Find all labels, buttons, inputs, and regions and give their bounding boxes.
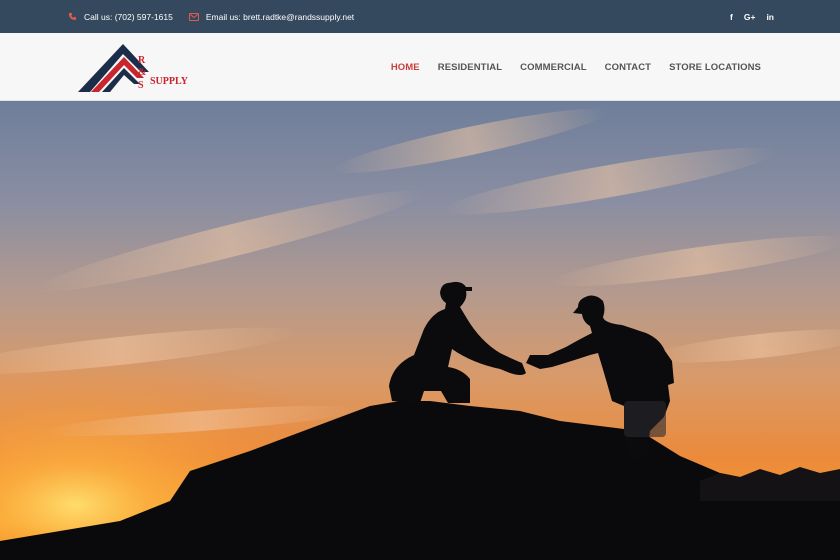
envelope-icon [188,12,199,21]
google-plus-icon[interactable]: G+ [744,12,756,22]
nav-item-store-locations[interactable]: STORE LOCATIONS [669,62,761,73]
facebook-icon[interactable]: f [730,12,733,22]
nav-item-commercial[interactable]: COMMERCIAL [520,62,586,73]
nav-item-residential[interactable]: RESIDENTIAL [438,62,502,73]
phone-contact[interactable]: Call us: (702) 597-1615 [68,12,173,22]
phone-icon [68,12,77,21]
hero-banner [0,101,840,560]
phone-label: Call us: (702) 597-1615 [84,11,173,22]
email-label: Email us: brett.radtke@randssupply.net [205,11,355,22]
site-header: R & S SUPPLY HOME RESIDENTIAL COMMERCIAL… [0,33,840,101]
top-contact-bar: Call us: (702) 597-1615 Email us: brett.… [0,0,840,33]
linkedin-icon[interactable]: in [766,12,774,22]
nav-item-contact[interactable]: CONTACT [605,62,651,73]
social-links: f G+ in [730,0,774,33]
main-nav: HOME RESIDENTIAL COMMERCIAL CONTACT STOR… [391,33,761,101]
logo-word: SUPPLY [150,76,189,87]
hero-image [0,101,840,560]
rs-supply-logo[interactable]: R & S SUPPLY [78,42,198,94]
logo-letter-r: R [138,55,146,66]
logo-letter-s: S [138,80,144,91]
email-contact[interactable]: Email us: brett.radtke@randssupply.net [188,11,355,22]
logo-letter-amp: & [138,67,146,78]
contact-info: Call us: (702) 597-1615 Email us: brett.… [68,0,354,33]
nav-item-home[interactable]: HOME [391,62,420,73]
